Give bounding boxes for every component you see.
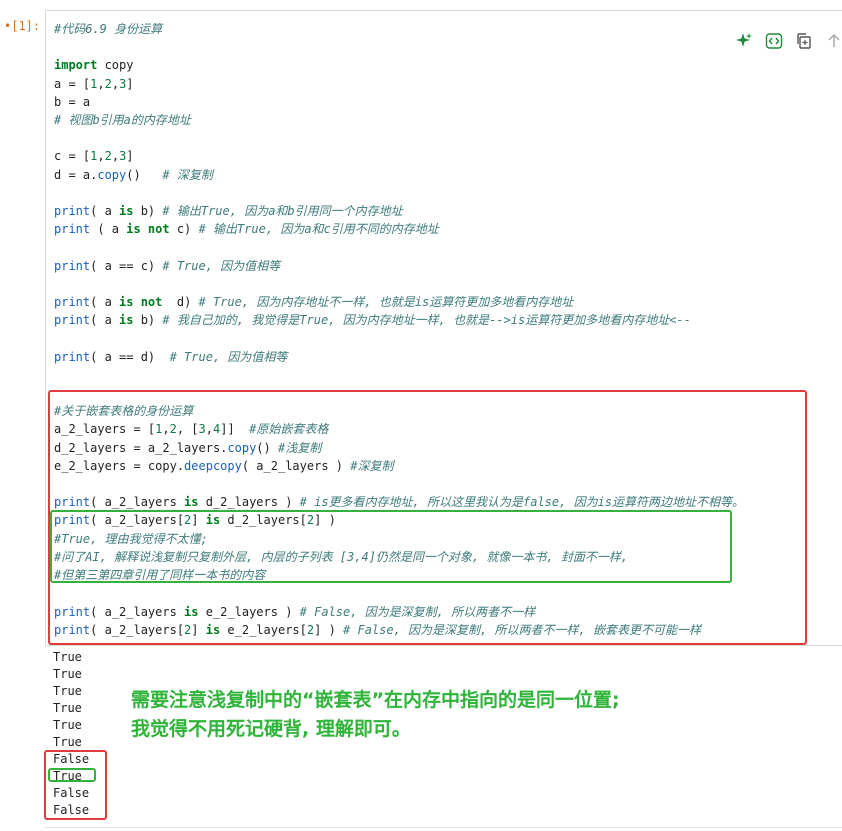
code-line: import copy <box>54 58 134 73</box>
annotation-line: 我觉得不用死记硬背, 理解即可。 <box>131 718 411 740</box>
output-line: True <box>53 735 82 749</box>
code-line: a = [1,2,3] <box>54 76 134 91</box>
code-line: # 视图b引用a的内存地址 <box>54 113 191 128</box>
copy-icon[interactable] <box>794 31 814 51</box>
code-line: print( a == d) # True, 因为值相等 <box>54 349 288 364</box>
output-highlight-box <box>44 750 107 820</box>
output-line: True <box>53 701 82 715</box>
output-line: True <box>53 684 82 698</box>
code-line: #代码6.9 身份运算 <box>54 22 163 36</box>
annotation-line: 需要注意浅复制中的“嵌套表”在内存中指向的是同一位置; <box>131 689 620 711</box>
code-line: print( a is b) # 我自己加的, 我觉得是True, 因为内存地址… <box>54 313 691 328</box>
output-line: True <box>53 650 82 664</box>
cell-prompt: •[1]: <box>4 19 41 33</box>
code-line: c = [1,2,3] <box>54 149 134 164</box>
code-line: print( a == c) # True, 因为值相等 <box>54 258 281 273</box>
code-icon[interactable] <box>764 31 784 51</box>
code-line: print( a is not d) # True, 因为内存地址不一样, 也就… <box>54 295 574 310</box>
annotation-note: 需要注意浅复制中的“嵌套表”在内存中指向的是同一位置; 我觉得不用死记硬背, 理… <box>131 686 620 744</box>
cell-toolbar <box>734 29 842 53</box>
code-line: print( a is b) # 输出True, 因为a和b引用同一个内存地址 <box>54 204 403 219</box>
arrow-up-icon[interactable] <box>824 31 842 51</box>
code-line: d = a.copy() # 深复制 <box>54 167 213 182</box>
code-line: b = a <box>54 94 91 109</box>
true-output-highlight-box <box>48 768 96 782</box>
output-line: True <box>53 718 82 732</box>
shallow-copy-highlight-box <box>50 510 732 583</box>
output-line: True <box>53 667 82 681</box>
code-line: print ( a is not c) # 输出True, 因为a和c引用不同的… <box>54 222 439 237</box>
